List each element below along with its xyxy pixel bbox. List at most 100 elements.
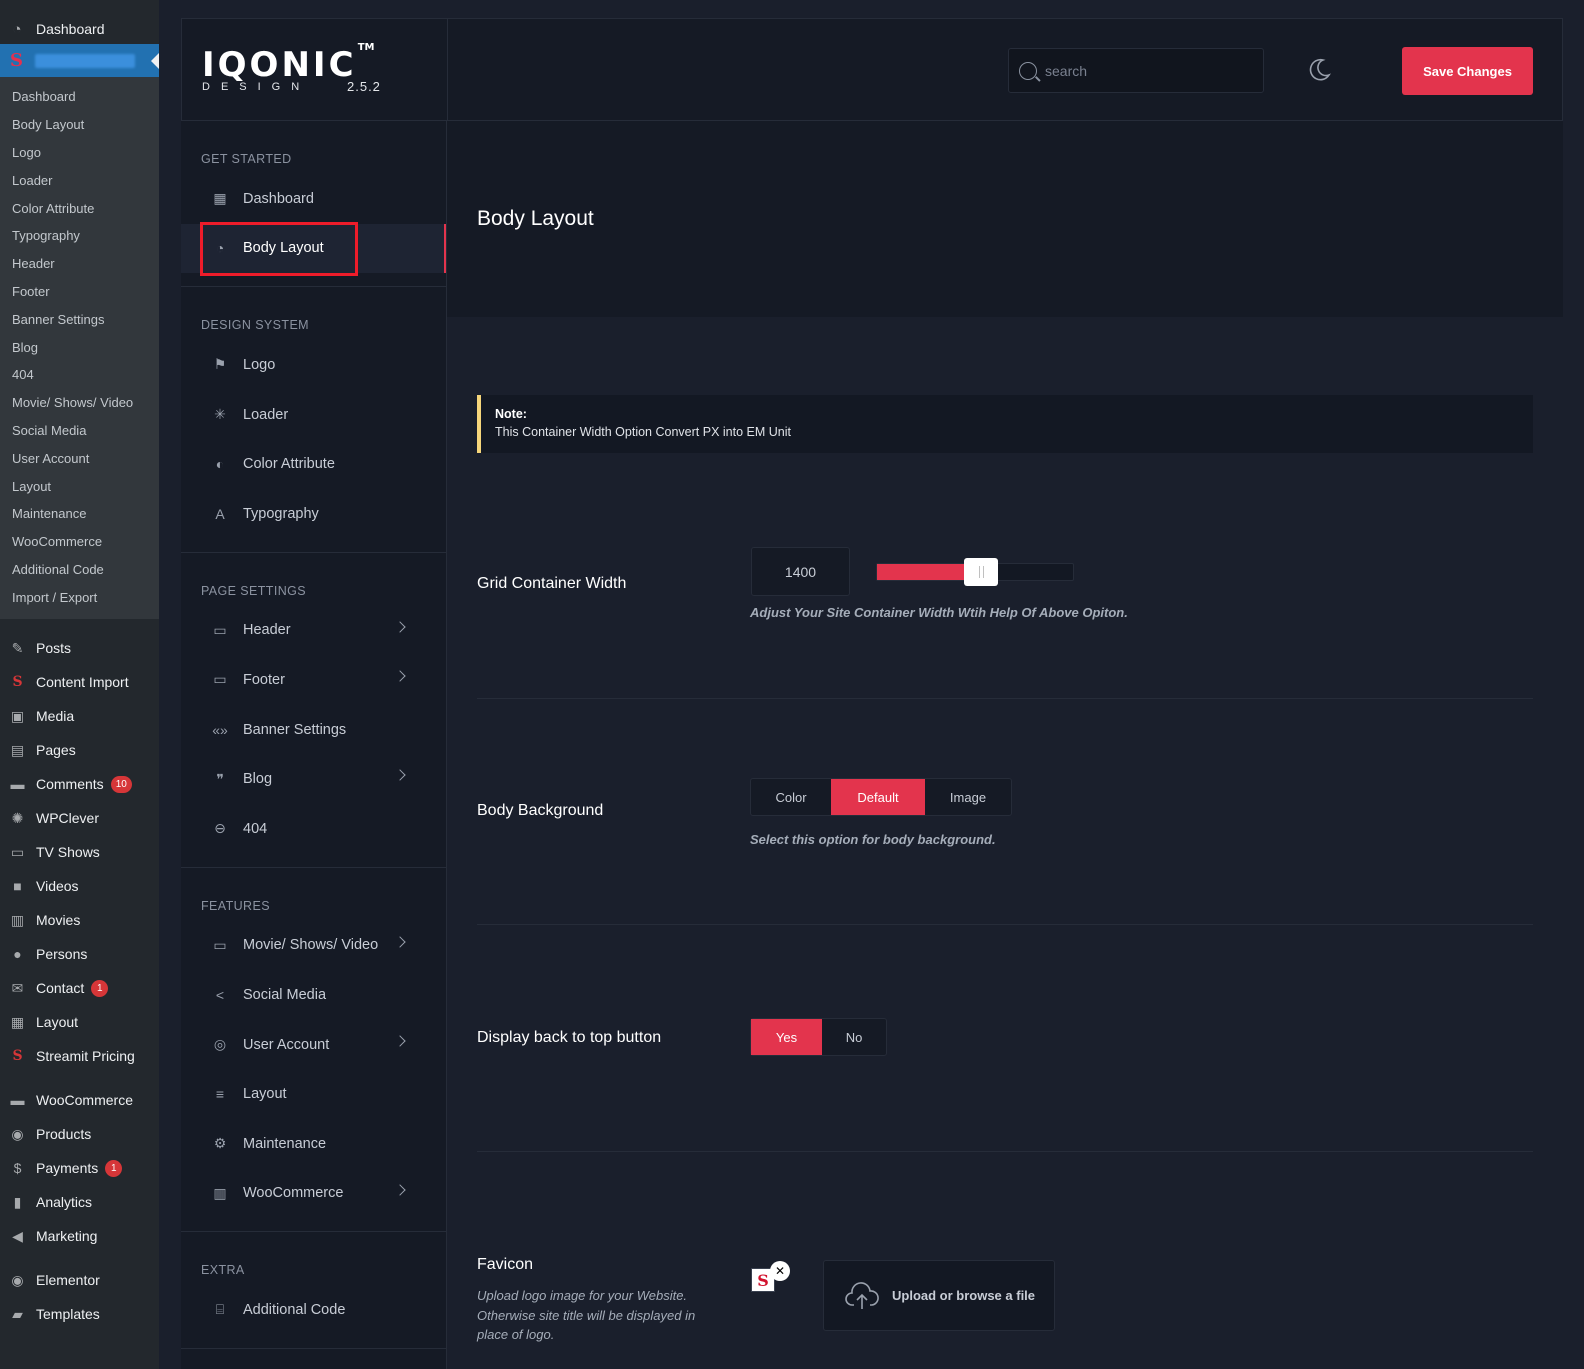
nav-item-loader[interactable]: ✳ Loader [181, 390, 446, 440]
grid-width-slider[interactable] [876, 558, 1074, 586]
nav-item-label: Loader [243, 406, 289, 423]
wp-menu-item[interactable]: ◉ Elementor [0, 1263, 159, 1297]
bg-color-button[interactable]: Color [751, 779, 831, 815]
wp-menu-item[interactable]: ▦ Layout [0, 1005, 159, 1039]
nav-item-footer[interactable]: ▭ Footer [181, 655, 446, 705]
wp-menu-item[interactable]: ✺ WPClever [0, 801, 159, 835]
nav-item-blog[interactable]: ❞ Blog [181, 754, 446, 804]
header: IQONICTM DESIGN 2.5.2 Save Changes [181, 18, 1563, 121]
slider-handle[interactable] [964, 558, 999, 586]
store-icon: ▥ [213, 1184, 227, 1201]
body-background-label: Body Background [477, 802, 604, 819]
nav-item-user-account[interactable]: ◎ User Account [181, 1020, 446, 1070]
wp-submenu-item[interactable]: Footer [0, 278, 159, 306]
grid-width-input[interactable] [751, 547, 850, 596]
wp-menu-label: Pages [36, 742, 76, 759]
wp-menu-item[interactable]: ▬ WooCommerce [0, 1083, 159, 1117]
wp-submenu-item[interactable]: Body Layout [0, 111, 159, 139]
wp-menu-dashboard[interactable]: ◔ Dashboard [0, 14, 159, 44]
wp-menu-item[interactable]: ▣ Media [0, 699, 159, 733]
wp-submenu-item[interactable]: WooCommerce [0, 528, 159, 556]
wp-menu-item[interactable]: S Content Import [0, 665, 159, 699]
wp-submenu-item[interactable]: Banner Settings [0, 305, 159, 333]
grid-width-label: Grid Container Width [477, 575, 627, 592]
wp-menu-item[interactable]: ▤ Pages [0, 733, 159, 767]
wp-menu-item[interactable]: ◀ Marketing [0, 1219, 159, 1253]
moon-icon[interactable] [1306, 57, 1332, 83]
wp-submenu-item[interactable]: Logo [0, 139, 159, 167]
wp-submenu-item[interactable]: Typography [0, 222, 159, 250]
nav-item-woocommerce[interactable]: ▥ WooCommerce [181, 1169, 446, 1219]
wp-menu-label: Products [36, 1126, 92, 1143]
wp-submenu-item[interactable]: Header [0, 250, 159, 278]
nav-section-title: GET STARTED [201, 152, 292, 166]
wp-menu-item[interactable]: ■ Videos [0, 869, 159, 903]
wp-submenu-item[interactable]: Loader [0, 166, 159, 194]
redacted-menu-label [35, 53, 135, 68]
wp-menu-item[interactable]: ▥ Movies [0, 903, 159, 937]
wp-menu-label: Payments [36, 1160, 99, 1177]
wp-submenu-item[interactable]: 404 [0, 361, 159, 389]
wp-menu-item[interactable]: ▭ TV Shows [0, 835, 159, 869]
nav-item-logo[interactable]: ⚑ Logo [181, 340, 446, 390]
wp-submenu-item[interactable]: Import / Export [0, 583, 159, 611]
search-input[interactable] [1045, 62, 1245, 79]
nav-section-title: EXTRA [201, 1263, 245, 1278]
code-icon: «» [212, 721, 228, 738]
wp-menu-item[interactable]: ◉ Products [0, 1117, 159, 1151]
wp-menu-item[interactable]: ▮ Analytics [0, 1185, 159, 1219]
wp-menu-item[interactable]: S Streamit Pricing [0, 1039, 159, 1073]
wp-menu-label: WPClever [36, 810, 100, 827]
nav-item-header[interactable]: ▭ Header [181, 606, 446, 656]
wp-submenu-item[interactable]: Dashboard [0, 83, 159, 111]
upload-favicon-button[interactable]: Upload or browse a file [823, 1260, 1055, 1331]
nav-item-label: Typography [243, 505, 319, 522]
wp-submenu-item[interactable]: User Account [0, 444, 159, 472]
top-yes-button[interactable]: Yes [751, 1019, 822, 1055]
wp-menu-item[interactable]: ✉ Contact 1 [0, 971, 159, 1005]
nav-item-404[interactable]: ⊖ 404 [181, 804, 446, 854]
wp-menu-item[interactable]: ▬ Comments 10 [0, 767, 159, 801]
user-circle-icon: ◎ [213, 1036, 227, 1053]
wp-menu-label: WooCommerce [36, 1092, 133, 1109]
nav-item-additional-code[interactable]: ⌸ Additional Code [181, 1285, 446, 1335]
nav-item-body-layout[interactable]: ◔ Body Layout [181, 221, 446, 276]
wp-submenu-item[interactable]: Additional Code [0, 556, 159, 584]
lines-icon: ≡ [215, 1086, 225, 1103]
wp-menu-label: Posts [36, 640, 72, 657]
wp-menu-item[interactable]: ▰ Templates [0, 1297, 159, 1331]
streamit-s-icon: S [10, 50, 23, 71]
wp-menu-label: Layout [36, 1014, 79, 1031]
nav-item-layout[interactable]: ≡ Layout [181, 1069, 446, 1119]
nav-item-movie-shows-video[interactable]: ▭ Movie/ Shows/ Video [181, 921, 446, 971]
wp-submenu-item[interactable]: Color Attribute [0, 194, 159, 222]
wp-submenu-item[interactable]: Blog [0, 333, 159, 361]
wp-submenu-item[interactable]: Social Media [0, 417, 159, 445]
bg-default-button[interactable]: Default [831, 779, 925, 815]
top-no-button[interactable]: No [822, 1019, 886, 1055]
wp-menu-item[interactable]: $ Payments 1 [0, 1151, 159, 1185]
dashboard-icon: ◔ [12, 20, 22, 38]
wp-menu-label: Streamit Pricing [36, 1048, 135, 1065]
wp-submenu-item[interactable]: Maintenance [0, 500, 159, 528]
nav-item-social-media[interactable]: < Social Media [181, 970, 446, 1020]
nav-item-banner-settings[interactable]: «» Banner Settings [181, 705, 446, 755]
products-icon: ◉ [11, 1125, 24, 1142]
wp-menu-theme-options[interactable]: S [0, 44, 159, 77]
back-to-top-label: Display back to top button [477, 1029, 662, 1046]
menu-gap [0, 1073, 159, 1083]
nav-item-maintenance[interactable]: ⚙ Maintenance [181, 1119, 446, 1169]
body-background-hint: Select this option for body background. [750, 832, 996, 847]
version-label: 2.5.2 [347, 79, 381, 94]
wp-submenu-item[interactable]: Movie/ Shows/ Video [0, 389, 159, 417]
nav-item-typography[interactable]: A Typography [181, 489, 446, 539]
nav-item-color-attribute[interactable]: ◐ Color Attribute [181, 439, 446, 489]
wp-submenu-item[interactable]: Layout [0, 472, 159, 500]
wp-menu-item[interactable]: ✎ Posts [0, 631, 159, 665]
wp-menu-item[interactable]: ● Persons [0, 937, 159, 971]
nav-item-dashboard[interactable]: ▦ Dashboard [181, 174, 446, 224]
search-box[interactable] [1008, 48, 1264, 93]
save-changes-button[interactable]: Save Changes [1402, 47, 1533, 95]
bg-image-button[interactable]: Image [925, 779, 1011, 815]
remove-favicon-icon[interactable]: ✕ [770, 1261, 790, 1281]
